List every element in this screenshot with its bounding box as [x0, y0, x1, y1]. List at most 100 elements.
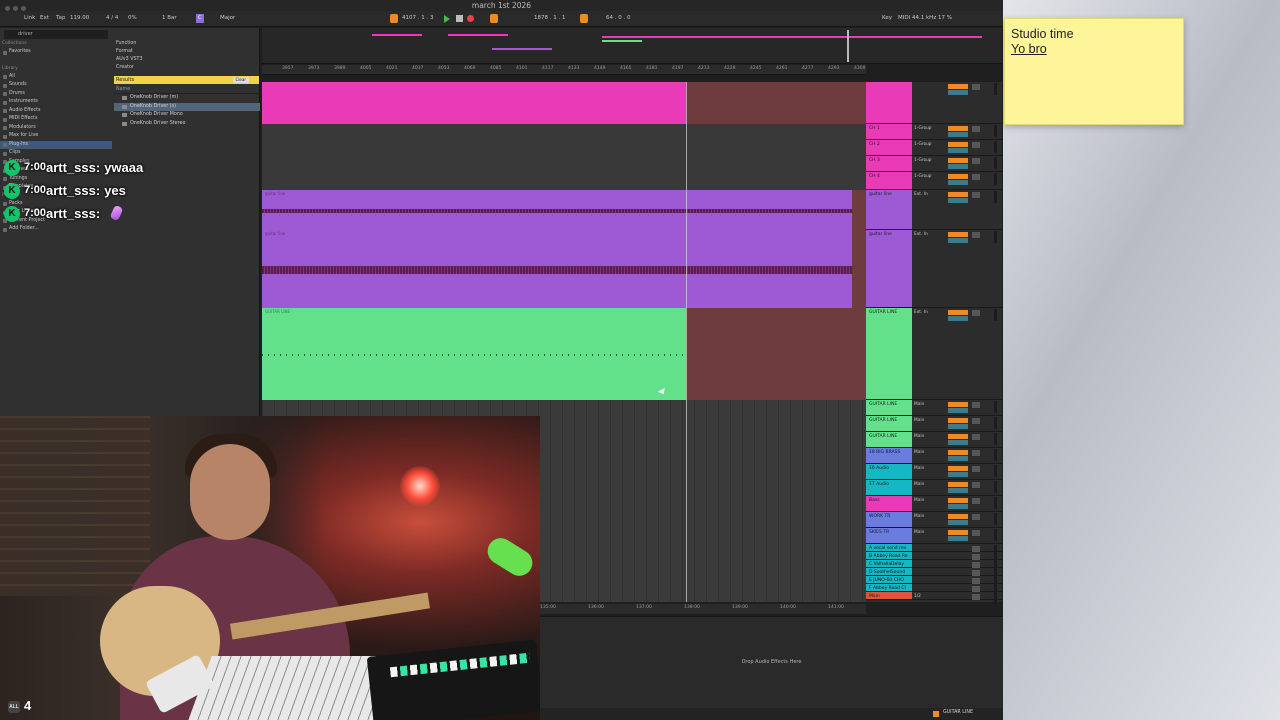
track-header[interactable]: guitar line Ext. In	[866, 230, 1002, 308]
track-header[interactable]: 16 Audio Main	[866, 464, 1002, 480]
track-solo-button[interactable]	[972, 466, 980, 472]
track-header[interactable]: D SoothelSound	[866, 568, 1002, 581]
track-io-select[interactable]: Main	[914, 418, 924, 424]
link-button[interactable]: Link	[24, 14, 35, 23]
clip-dim[interactable]	[686, 82, 866, 124]
track-name[interactable]: 17 Audio	[866, 480, 912, 495]
track-io-select[interactable]: Main	[914, 482, 924, 488]
track-volume-field[interactable]	[948, 520, 968, 525]
sidebar-item-sounds[interactable]: Sounds	[0, 81, 112, 90]
track-name[interactable]: F Abbey Road Cl	[866, 584, 912, 591]
track-header[interactable]: 17 Audio Main	[866, 480, 1002, 496]
result-item[interactable]: OneKnob Driver (s)	[114, 102, 260, 111]
track-header[interactable]: CH 3 1-Group	[866, 156, 1002, 172]
track-activator-button[interactable]	[948, 402, 968, 407]
track-activator-button[interactable]	[948, 466, 968, 471]
track-name[interactable]: GUITAR LINE	[866, 400, 912, 415]
track-io-select[interactable]: Main	[914, 530, 924, 536]
automation-arm-icon[interactable]	[490, 14, 498, 23]
ext-sync-button[interactable]: Ext	[40, 14, 49, 23]
track-io-select[interactable]: 1-Group	[914, 158, 932, 164]
track-activator-button[interactable]	[948, 514, 968, 519]
clip-guitar-line[interactable]: guitar line	[262, 230, 852, 308]
track-solo-button[interactable]	[972, 126, 980, 132]
track-name[interactable]: CH 1	[866, 124, 912, 139]
track-header[interactable]	[866, 82, 1002, 124]
tempo-field[interactable]: 119.00	[70, 14, 89, 23]
track-solo-button[interactable]	[972, 192, 980, 198]
track-solo-button[interactable]	[972, 514, 980, 520]
track-name[interactable]: E JUNO-60 CHO	[866, 576, 912, 583]
sidebar-item-plug-ins[interactable]: Plug-Ins	[0, 140, 112, 149]
track-volume-field[interactable]	[948, 132, 968, 137]
overview-viewport[interactable]	[847, 30, 849, 62]
track-name[interactable]: guitar line	[866, 190, 912, 229]
clip-dim[interactable]	[852, 230, 866, 308]
track-solo-button[interactable]	[972, 418, 980, 424]
track-activator-button[interactable]	[948, 232, 968, 237]
track-io-select[interactable]: Main	[914, 434, 924, 440]
track-name[interactable]: B Abbey Road Re	[866, 552, 912, 559]
track-activator-button[interactable]	[948, 310, 968, 315]
track-header[interactable]: CH 1 1-Group	[866, 124, 1002, 140]
track-volume-field[interactable]	[948, 424, 968, 429]
loop-start[interactable]: 1878 . 1 . 1	[534, 14, 566, 23]
track-name[interactable]: WORK TR	[866, 512, 912, 527]
track-volume-field[interactable]	[948, 90, 968, 95]
beat-time-ruler[interactable]: 3957 3973 3989 4005 4021 4037 4053 4069 4085 4101…	[262, 65, 866, 75]
stop-icon[interactable]	[456, 15, 463, 22]
loop-length[interactable]: 64 . 0 . 0	[606, 14, 631, 23]
track-activator-button[interactable]	[948, 158, 968, 163]
loop-toggle-icon[interactable]	[580, 14, 588, 23]
track-name[interactable]: Main	[866, 592, 912, 599]
track-activator-button[interactable]	[948, 142, 968, 147]
track-activator-button[interactable]	[948, 192, 968, 197]
sidebar-item-audio-effects[interactable]: Audio Effects	[0, 107, 112, 116]
track-name[interactable]: GUITAR LINE	[866, 308, 912, 399]
track-header[interactable]: GUITAR LINE Main	[866, 400, 1002, 416]
filter-format-values[interactable]: AUv3 VST3	[114, 56, 260, 64]
track-volume-field[interactable]	[948, 238, 968, 243]
track-io-select[interactable]: 1-Group	[914, 174, 932, 180]
track-header[interactable]: 18 BIG BRASS Main	[866, 448, 1002, 464]
track-header[interactable]: Bass Main	[866, 496, 1002, 512]
track-activator-button[interactable]	[948, 126, 968, 131]
track-io-select[interactable]: Main	[914, 514, 924, 520]
track-volume-field[interactable]	[948, 180, 968, 185]
sidebar-item-all[interactable]: All	[0, 73, 112, 82]
sticky-note[interactable]: Studio time Yo bro	[1004, 18, 1184, 125]
track-io-select[interactable]: Main	[914, 450, 924, 456]
track-volume-field[interactable]	[948, 536, 968, 541]
track-solo-button[interactable]	[972, 84, 980, 90]
track-solo-button[interactable]	[972, 402, 980, 408]
track-name[interactable]: SKIES TR	[866, 528, 912, 543]
track-activator-button[interactable]	[948, 84, 968, 89]
sidebar-item-midi-effects[interactable]: MIDI Effects	[0, 115, 112, 124]
device-detail-view[interactable]: Drop Audio Effects Here	[540, 616, 1003, 708]
result-item[interactable]: OneKnob Driver Mono	[114, 111, 260, 120]
track-io-select[interactable]: Ext. In	[914, 232, 928, 238]
track-name[interactable]: 16 Audio	[866, 464, 912, 479]
track-volume-field[interactable]	[948, 456, 968, 461]
track-header[interactable]: F Abbey Road Cl	[866, 584, 1002, 597]
browser-search-input[interactable]: driver	[4, 30, 108, 39]
track-activator-button[interactable]	[948, 174, 968, 179]
track-io-select[interactable]: Main	[914, 402, 924, 408]
quantize-menu[interactable]: 1 Bar	[162, 14, 177, 23]
result-item[interactable]: OneKnob Driver Stereo	[114, 120, 260, 129]
track-solo-button[interactable]	[972, 498, 980, 504]
track-name[interactable]: Bass	[866, 496, 912, 511]
play-icon[interactable]	[444, 15, 450, 23]
track-solo-button[interactable]	[972, 310, 980, 316]
arrangement-overview[interactable]	[262, 28, 1002, 64]
track-volume-field[interactable]	[948, 472, 968, 477]
track-header[interactable]: GUITAR LINE Main	[866, 432, 1002, 448]
sidebar-item-modulators[interactable]: Modulators	[0, 124, 112, 133]
sidebar-item-instruments[interactable]: Instruments	[0, 98, 112, 107]
track-solo-button[interactable]	[972, 142, 980, 148]
track-header[interactable]: E JUNO-60 CHO	[866, 576, 1002, 589]
clip-dim[interactable]	[686, 308, 866, 400]
track-io-select[interactable]: Main	[914, 466, 924, 472]
track-header[interactable]: CH 4 1-Group	[866, 172, 1002, 190]
key-root[interactable]: C	[196, 14, 204, 23]
